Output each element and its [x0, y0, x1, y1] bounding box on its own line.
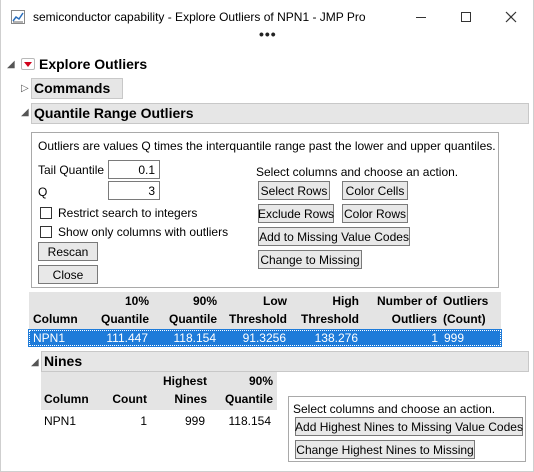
table-row[interactable]: NPN1 111.447 118.154 91.3256 138.276 1 9…	[28, 329, 502, 347]
nines-action-panel: Select columns and choose an action. Add…	[288, 396, 526, 462]
expanded-disclosure-icon[interactable]: ◢	[31, 357, 39, 368]
col-header-90-quantile[interactable]: 90% Quantile	[225, 372, 273, 408]
col-header-90-quantile[interactable]: 90% Quantile	[169, 292, 217, 328]
jmp-window: semiconductor capability - Explore Outli…	[0, 0, 534, 472]
restrict-integers-label: Restrict search to integers	[58, 206, 198, 220]
cell-column: NPN1	[33, 331, 66, 345]
outlier-table-header: Column 10% Quantile 90% Quantile Low Thresh…	[29, 292, 501, 330]
col-header-outliers-count[interactable]: Outliers (Count)	[443, 292, 488, 328]
close-button[interactable]: Close	[38, 265, 98, 284]
col-header-highest-nines[interactable]: Highest Nines	[163, 372, 207, 408]
minimize-icon	[416, 16, 426, 18]
add-missing-value-codes-button[interactable]: Add to Missing Value Codes	[258, 227, 410, 246]
window-title: semiconductor capability - Explore Outli…	[33, 10, 366, 24]
col-header-10-quantile[interactable]: 10% Quantile	[101, 292, 149, 328]
col-header-column[interactable]: Column	[44, 372, 89, 408]
commands-title: Commands	[34, 80, 111, 96]
q-label: Q	[38, 185, 48, 199]
tail-quantile-label: Tail Quantile	[38, 163, 105, 177]
nines-cell-highest-nines: 999	[184, 414, 205, 428]
quantile-range-outliers-title: Quantile Range Outliers	[34, 105, 194, 121]
show-only-outliers-checkbox[interactable]	[40, 226, 52, 238]
color-cells-button[interactable]: Color Cells	[342, 181, 408, 200]
expanded-disclosure-icon[interactable]: ◢	[7, 59, 15, 70]
restrict-integers-checkbox[interactable]	[40, 207, 52, 219]
expanded-disclosure-icon[interactable]: ◢	[21, 107, 29, 118]
action-prompt: Select columns and choose an action.	[256, 165, 459, 179]
nines-action-prompt: Select columns and choose an action.	[293, 402, 496, 416]
maximize-button[interactable]	[444, 0, 488, 34]
change-to-missing-button[interactable]: Change to Missing	[258, 250, 362, 269]
tail-quantile-input[interactable]	[108, 160, 160, 179]
cell-low-threshold: 91.3256	[242, 331, 286, 345]
nines-cell-90-quantile: 118.154	[228, 414, 272, 428]
q-input[interactable]	[108, 181, 160, 200]
col-header-low-threshold[interactable]: Low Threshold	[229, 292, 287, 328]
cell-outliers-count: 999	[444, 331, 465, 345]
collapsed-disclosure-icon[interactable]: ▷	[21, 83, 29, 94]
jmp-app-icon	[11, 10, 25, 24]
maximize-icon	[461, 12, 471, 22]
show-only-outliers-label: Show only columns with outliers	[58, 225, 229, 239]
close-window-button[interactable]	[489, 0, 533, 34]
cell-90-quantile: 118.154	[173, 331, 217, 345]
cell-high-threshold: 138.276	[314, 331, 358, 345]
exclude-rows-button[interactable]: Exclude Rows	[258, 204, 334, 223]
col-header-number-of-outliers[interactable]: Number of Outliers	[377, 292, 437, 328]
nines-cell-count: 1	[140, 414, 147, 428]
select-rows-button[interactable]: Select Rows	[258, 181, 330, 200]
explore-outliers-title: Explore Outliers	[39, 56, 148, 72]
add-highest-nines-button[interactable]: Add Highest Nines to Missing Value Codes	[295, 417, 523, 436]
quantile-options-panel: Outliers are values Q times the interqua…	[31, 132, 499, 288]
col-header-column[interactable]: Column	[33, 292, 78, 328]
nines-title: Nines	[44, 353, 83, 369]
outlier-description: Outliers are values Q times the interqua…	[38, 139, 496, 153]
rescan-button[interactable]: Rescan	[38, 242, 98, 261]
red-triangle-menu-icon[interactable]	[21, 58, 35, 70]
color-rows-button[interactable]: Color Rows	[342, 204, 408, 223]
close-icon	[505, 11, 517, 23]
nines-header[interactable]	[41, 351, 529, 372]
col-header-count[interactable]: Count	[112, 372, 147, 408]
cell-10-quantile: 111.447	[106, 331, 148, 345]
minimize-button[interactable]	[399, 0, 443, 34]
overflow-menu-icon[interactable]: •••	[259, 27, 277, 41]
change-highest-nines-button[interactable]: Change Highest Nines to Missing	[295, 440, 475, 459]
cell-number-of-outliers: 1	[431, 331, 438, 345]
nines-cell-column: NPN1	[44, 414, 77, 428]
col-header-high-threshold[interactable]: High Threshold	[301, 292, 359, 328]
nines-table-header: Column Count Highest Nines 90% Quantile	[41, 372, 277, 410]
